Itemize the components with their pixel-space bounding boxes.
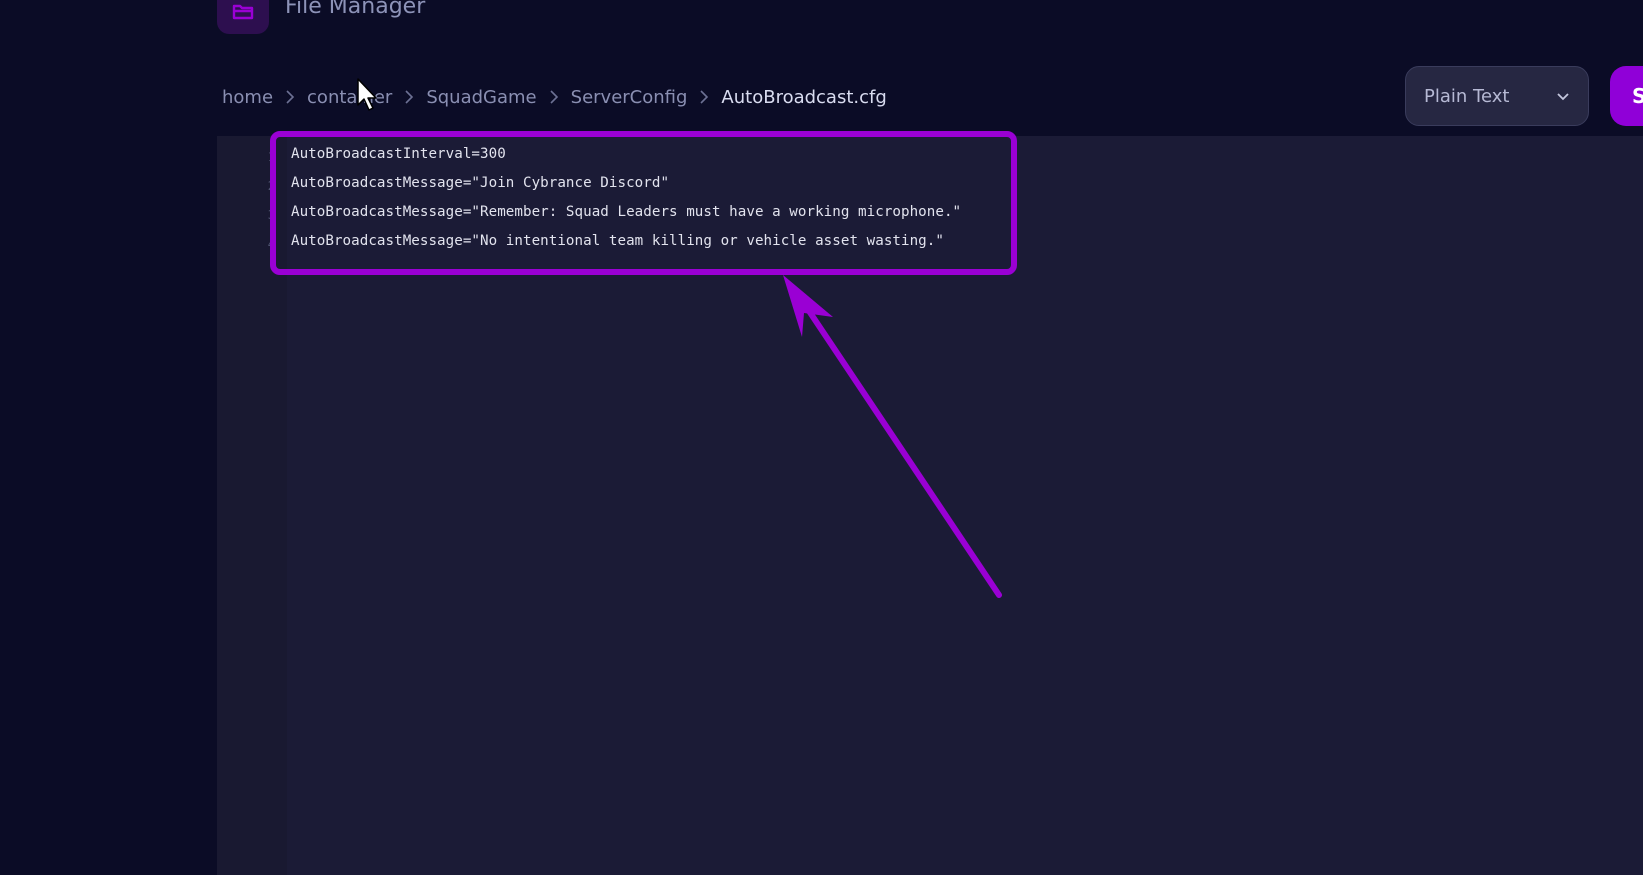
language-select[interactable]: Plain Text [1405,66,1589,126]
breadcrumb-serverconfig[interactable]: ServerConfig [571,87,688,108]
folder-icon [217,0,269,34]
breadcrumb: home container SquadGame ServerConfig Au… [222,83,887,111]
code-line[interactable]: AutoBroadcastMessage="No intentional tea… [291,233,944,249]
file-manager-page: File Manager home container SquadGame Se… [0,0,1643,875]
chevron-right-icon [273,89,307,105]
chevron-down-icon [1556,87,1570,106]
code-line[interactable]: AutoBroadcastMessage="Join Cybrance Disc… [291,175,669,191]
code-line[interactable]: AutoBroadcastInterval=300 [291,146,506,162]
line-number: 4 [267,237,275,251]
breadcrumb-home[interactable]: home [222,87,273,108]
line-number: 3 [267,208,275,222]
line-number-gutter: 1 2 3 4 [217,136,287,875]
save-button[interactable]: S [1610,66,1643,126]
chevron-right-icon [687,89,721,105]
language-select-value: Plain Text [1424,85,1510,107]
code-line[interactable]: AutoBroadcastMessage="Remember: Squad Le… [291,204,961,220]
line-number: 2 [267,179,275,193]
page-title: File Manager [285,0,426,19]
code-editor[interactable]: 1 2 3 4 AutoBroadcastInterval=300 AutoBr… [217,136,1643,875]
breadcrumb-container[interactable]: container [307,87,392,108]
chevron-right-icon [537,89,571,105]
chevron-right-icon [392,89,426,105]
breadcrumb-squadgame[interactable]: SquadGame [426,87,536,108]
breadcrumb-current-file: AutoBroadcast.cfg [721,86,887,108]
line-number: 1 [267,150,275,164]
